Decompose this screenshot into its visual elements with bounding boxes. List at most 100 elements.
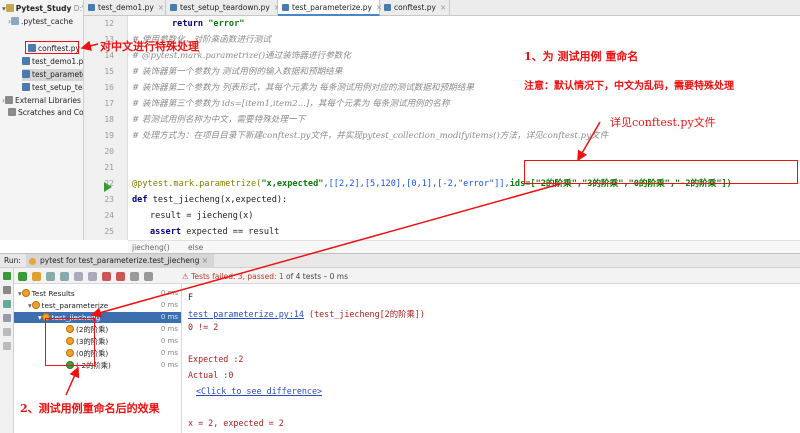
test-node-label: test_parameterize [41,301,109,310]
line-number: 12 [104,19,114,28]
breadcrumb-item[interactable]: else [188,243,203,252]
stop-icon[interactable] [3,286,11,294]
tab-test-parameterize[interactable]: test_parameterize.py × [278,0,382,16]
tree-item-scratches[interactable]: Scratches and Consoles [8,107,84,119]
tab-test-setup-teardown[interactable]: test_setup_teardown.py × [166,0,280,16]
line-number: 16 [104,83,114,92]
tab-label: test_setup_teardown.py [180,3,270,12]
console-line: Actual :0 [188,370,234,380]
tests-failed-text: Tests failed: 3, passed: 1 [191,272,284,281]
tree-item-test-demo1[interactable]: test_demo1.py [22,56,84,68]
test-node-time: 0 ms [160,289,178,297]
console-line: test_parameterize.py:14 (test_jiecheng[2… [188,309,425,319]
prev-failed-icon[interactable] [102,272,111,281]
editor-tabs: test_demo1.py × test_setup_teardown.py × t… [84,0,800,16]
folder-icon [11,17,19,25]
debug-icon[interactable] [3,300,11,308]
tests-total-text: of 4 tests – 0 ms [283,272,349,281]
see-difference-link[interactable]: <Click to see difference> [196,386,322,396]
show-passed-icon[interactable] [18,272,27,281]
run-tab-label: pytest for test_parameterize.test_jieche… [40,256,200,265]
tree-item-test-setup-teardown[interactable]: test_setup_teardown.py [22,82,83,94]
python-file-icon [22,70,30,78]
collapse-all-icon[interactable] [88,272,97,281]
run-tab[interactable]: pytest for test_parameterize.test_jieche… [26,254,215,268]
tree-item-pytest-cache[interactable]: › .pytest_cache [8,16,73,28]
test-node-time: 0 ms [160,349,178,357]
tab-label: test_parameterize.py [292,3,372,12]
library-icon [5,96,13,104]
tab-conftest[interactable]: conftest.py × [380,0,450,16]
code-line-21: def test_jiecheng(x,expected): [132,195,288,205]
code-line-19: # 处理方式为：在项目目录下新建conftest.py文件，并实现pytest_… [132,131,609,141]
python-file-icon [384,4,391,11]
code-line-18: # 若测试用例名称为中文，需要特殊处理一下 [132,115,306,125]
code-line-16: # 装饰器第二个参数为 列表形式，其每个元素为 每条测试用例对应的测试数据和预期… [132,83,474,93]
export-icon[interactable] [130,272,139,281]
tree-root-path: D:\ [73,4,84,13]
next-failed-icon[interactable] [116,272,125,281]
failed-status-icon [31,301,40,309]
tab-test-demo1[interactable]: test_demo1.py × [84,0,166,16]
line-number: 23 [104,195,114,204]
line-number: 24 [104,211,114,220]
code-line-12: return "error" [172,19,245,29]
annotation-effect: 2、测试用例重命名后的效果 [20,402,160,415]
close-icon[interactable]: × [440,3,446,12]
tab-label: conftest.py [394,3,436,12]
test-progress-status: ⚠ Tests failed: 3, passed: 1 of 4 tests … [182,271,800,282]
line-number: 25 [104,227,114,236]
expand-all-icon[interactable] [74,272,83,281]
scratches-icon [8,108,16,116]
python-file-icon [170,4,177,11]
line-number: 15 [104,67,114,76]
run-side-toolbar [0,268,14,433]
console-line: Expected :2 [188,354,244,364]
layout-icon[interactable] [3,328,11,336]
conftest-highlight-box [25,41,79,54]
test-console-output[interactable]: F test_parameterize.py:14 (test_jiecheng… [182,284,800,433]
tree-item-external-libraries[interactable]: › External Libraries [2,95,81,107]
warning-icon: ⚠ [182,272,189,281]
run-test-icon[interactable] [104,182,112,192]
python-file-icon [282,4,289,11]
close-icon[interactable]: × [202,256,208,265]
annotation-note: 注意：默认情况下，中文为乱码，需要特殊处理 [524,81,734,92]
test-node-time: 0 ms [160,337,178,345]
breadcrumb: jiecheng() else [128,240,800,253]
code-line-15: # 装饰器第一个参数为 测试用例的输入数据和预期结果 [132,67,343,77]
settings-icon[interactable] [144,272,153,281]
line-number: 19 [104,131,114,140]
test-node-results[interactable]: ▾ Test Results 0 ms [18,288,180,299]
failed-status-icon [21,289,30,297]
python-file-icon [88,4,95,11]
test-cases-highlight-box [45,318,95,366]
tree-root[interactable]: ▾ Pytest_Study D:\ [2,3,84,15]
sort-alpha-icon[interactable] [46,272,55,281]
tree-item-label: .pytest_cache [21,17,73,26]
tree-item-test-parameterize[interactable]: test_parameterize.py [22,69,83,81]
tree-item-label: Scratches and Consoles [18,108,84,117]
source-link[interactable]: test_parameterize.py:14 [188,309,304,319]
project-panel: ▾ Pytest_Study D:\ › .pytest_cache conftes… [0,0,84,240]
annotation-conftest: 对中文进行特殊处理 [100,40,199,53]
show-ignored-icon[interactable] [32,272,41,281]
test-node-time: 0 ms [160,301,178,309]
close-icon[interactable]: × [158,3,164,12]
pin-icon[interactable] [3,342,11,350]
line-number: 21 [104,163,114,172]
test-node-module[interactable]: ▾ test_parameterize 0 ms [28,300,180,311]
tree-item-label: test_demo1.py [32,57,84,66]
pause-icon[interactable] [3,314,11,322]
ids-highlight-box [524,160,798,184]
sort-duration-icon[interactable] [60,272,69,281]
console-line: 0 != 2 [188,322,219,332]
python-file-icon [22,83,30,91]
tree-item-label: test_parameterize.py [32,70,83,79]
code-line-22: result = jiecheng(x) [150,211,254,221]
tab-label: test_demo1.py [98,3,154,12]
run-label: Run: [4,256,21,265]
breadcrumb-item[interactable]: jiecheng() [132,243,170,252]
rerun-icon[interactable] [3,272,11,280]
tree-item-label: test_setup_teardown.py [32,83,83,92]
